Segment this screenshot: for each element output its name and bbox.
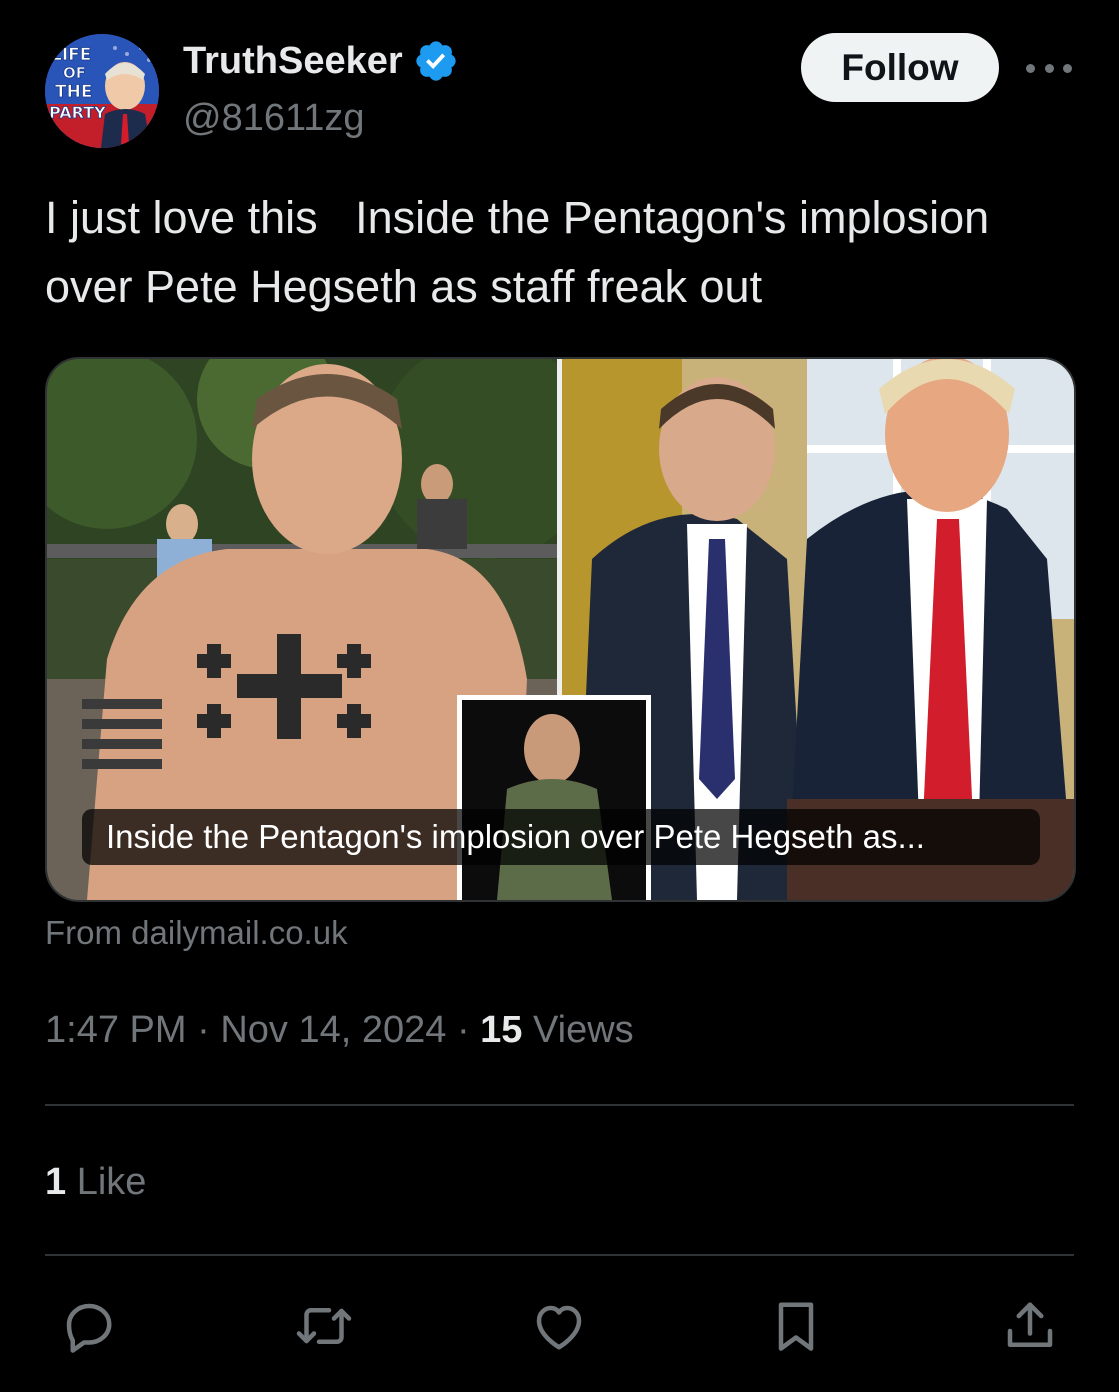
- more-dot: [1026, 63, 1035, 73]
- views-label: Views: [533, 1009, 634, 1051]
- likes-count: 1: [45, 1161, 67, 1203]
- divider: [45, 1104, 1074, 1106]
- likes-label: Like: [76, 1161, 147, 1203]
- avatar-image: LIFE OF THE PARTY: [45, 34, 159, 148]
- more-dot: [1063, 63, 1072, 73]
- share-button[interactable]: [1000, 1296, 1060, 1356]
- verified-badge-icon: [416, 41, 456, 81]
- author-handle[interactable]: @81611zg: [183, 95, 365, 141]
- retweet-button[interactable]: [294, 1296, 354, 1356]
- meta-separator: ·: [197, 1009, 210, 1051]
- follow-button[interactable]: Follow: [801, 33, 999, 102]
- link-card-title[interactable]: Inside the Pentagon's implosion over Pet…: [82, 809, 1040, 865]
- tweet-time[interactable]: 1:47 PM: [45, 1009, 187, 1051]
- share-icon: [1007, 1302, 1053, 1347]
- bookmark-icon: [778, 1302, 814, 1351]
- tweet-date[interactable]: Nov 14, 2024: [220, 1009, 446, 1051]
- author-avatar[interactable]: LIFE OF THE PARTY: [45, 34, 159, 148]
- tweet-meta: 1:47 PM · Nov 14, 2024 · 15 Views: [45, 1006, 634, 1054]
- reply-button[interactable]: [59, 1296, 119, 1356]
- more-dot: [1044, 63, 1054, 73]
- bookmark-button[interactable]: [766, 1296, 826, 1356]
- retweet-icon: [296, 1308, 352, 1344]
- link-card-source[interactable]: From dailymail.co.uk: [45, 912, 348, 954]
- more-horizontal-icon[interactable]: [1026, 56, 1072, 80]
- link-card[interactable]: Inside the Pentagon's implosion over Pet…: [45, 357, 1076, 902]
- meta-separator: ·: [456, 1009, 470, 1051]
- avatar-text-2: OF: [63, 64, 86, 82]
- author-display-name[interactable]: TruthSeeker: [183, 38, 459, 84]
- author-name-text[interactable]: TruthSeeker: [183, 38, 403, 84]
- views-count: 15: [480, 1009, 523, 1051]
- like-icon: [536, 1305, 582, 1350]
- avatar-text-4: PARTY: [49, 103, 106, 122]
- avatar-text-1: LIFE: [51, 45, 91, 65]
- divider: [45, 1254, 1074, 1256]
- avatar-text-3: THE: [55, 82, 92, 102]
- like-button[interactable]: [529, 1296, 589, 1356]
- likes-summary[interactable]: 1 Like: [45, 1158, 146, 1206]
- reply-icon: [66, 1303, 112, 1353]
- tweet-text: I just love this Inside the Pentagon's i…: [45, 192, 1002, 312]
